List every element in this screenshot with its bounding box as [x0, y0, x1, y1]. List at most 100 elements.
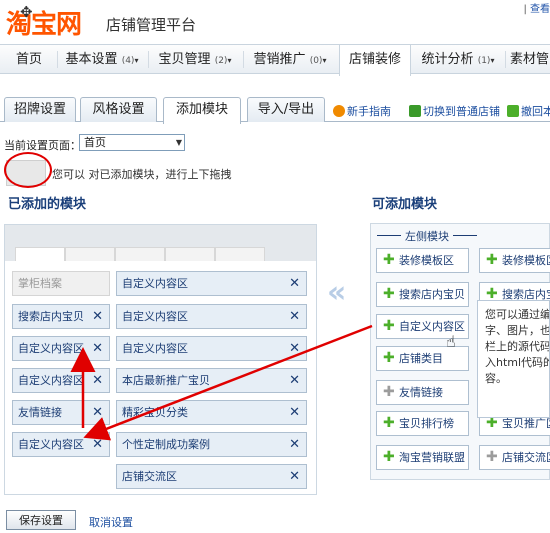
undo-link[interactable]: 撤回本: [507, 103, 550, 119]
switch-normal-shop-link[interactable]: 切换到普通店铺: [409, 103, 500, 119]
plus-icon: ✚: [383, 415, 395, 431]
available-modules-title: 可添加模块: [372, 197, 438, 212]
close-icon[interactable]: ✕: [92, 401, 103, 424]
close-icon[interactable]: ✕: [289, 337, 300, 360]
module-friend-links[interactable]: 友情链接 ✕: [12, 400, 110, 425]
nav-materials[interactable]: 素材管: [510, 45, 550, 74]
tab-style-settings[interactable]: 风格设置: [80, 97, 157, 122]
tab-signboard-settings-label: 招牌设置: [13, 102, 66, 117]
tab-import-export[interactable]: 导入/导出: [247, 97, 325, 122]
taobao-logo[interactable]: 淘宝网: [6, 4, 82, 41]
module-custom-content[interactable]: 自定义内容区 ✕: [12, 336, 110, 361]
nav-item-management-label: 宝贝管理: [158, 52, 211, 67]
page-select-label: 当前设置页面：: [4, 139, 81, 152]
module-label: 自定义内容区: [18, 438, 84, 451]
top-right-link[interactable]: 查看: [530, 4, 550, 15]
close-icon[interactable]: ✕: [92, 369, 103, 392]
available-template-area[interactable]: ✚ 装修模板区: [376, 248, 469, 273]
close-icon[interactable]: ✕: [92, 433, 103, 456]
nav-basic-settings[interactable]: 基本设置 (4)▾: [58, 45, 146, 74]
nav-item-management[interactable]: 宝贝管理 (2)▾: [150, 45, 240, 74]
nav-marketing[interactable]: 营销推广 (0)▾: [245, 45, 335, 74]
nav-shop-decoration-label: 店铺装修: [348, 52, 401, 67]
available-item-ranking[interactable]: ✚ 宝贝排行榜: [376, 411, 469, 436]
added-modules-title: 已添加的模块: [8, 197, 87, 212]
nav-home[interactable]: 首页: [4, 45, 54, 74]
close-icon[interactable]: ✕: [92, 305, 103, 328]
hand-cursor-icon: ☝: [446, 332, 456, 351]
plus-icon: ✚: [383, 318, 395, 334]
tooltip-line: 字、图片，也: [485, 324, 550, 337]
platform-title: 店铺管理平台: [106, 16, 197, 34]
available-label: 宝贝推广区: [502, 417, 550, 430]
undo-label: 撤回本: [521, 105, 550, 118]
nav-statistics[interactable]: 统计分析 (1)▾: [414, 45, 502, 74]
module-custom-content[interactable]: 自定义内容区 ✕: [116, 336, 307, 361]
close-icon[interactable]: ✕: [289, 401, 300, 424]
nav-statistics-count: (1): [477, 56, 491, 66]
cancel-link[interactable]: 取消设置: [89, 514, 133, 530]
tab-add-module[interactable]: 添加模块: [163, 97, 241, 124]
module-custom-cases[interactable]: 个性定制成功案例 ✕: [116, 432, 307, 457]
module-label: 自定义内容区: [122, 310, 188, 323]
module-search-items[interactable]: 搜索店内宝贝 ✕: [12, 304, 110, 329]
close-icon[interactable]: ✕: [92, 337, 103, 360]
close-icon[interactable]: ✕: [289, 433, 300, 456]
nav-home-label: 首页: [15, 52, 42, 67]
close-icon[interactable]: ✕: [289, 369, 300, 392]
undo-icon: [507, 105, 519, 117]
tab-signboard-settings[interactable]: 招牌设置: [4, 97, 76, 122]
main-nav: 首页 基本设置 (4)▾ 宝贝管理 (2)▾ 营销推广 (0)▾ 店铺装修 统计…: [0, 44, 550, 76]
sub-tab-bar: 招牌设置 风格设置 添加模块 导入/导出 新手指南 切换到普通店铺 撤回本: [0, 94, 550, 124]
tab-style-settings-label: 风格设置: [92, 102, 145, 117]
module-custom-content[interactable]: 自定义内容区 ✕: [12, 368, 110, 393]
move-cross-icon: ✥: [20, 3, 33, 21]
nav-basic-settings-label: 基本设置: [65, 52, 118, 67]
beginner-guide-link[interactable]: 新手指南: [333, 103, 391, 119]
module-custom-content[interactable]: 自定义内容区 ✕: [12, 432, 110, 457]
module-custom-content[interactable]: 自定义内容区 ✕: [116, 271, 307, 296]
tooltip-line: 容。: [485, 372, 507, 385]
module-item-categories[interactable]: 精彩宝贝分类 ✕: [116, 400, 307, 425]
module-label: 自定义内容区: [122, 277, 188, 290]
layout-tab: [15, 247, 65, 261]
available-template-area[interactable]: ✚ 装修模板区: [479, 248, 550, 273]
dropdown-arrow-icon: ▼: [175, 138, 182, 147]
module-label: 自定义内容区: [18, 374, 84, 387]
tooltip-line: 栏上的源代码: [485, 340, 550, 353]
tab-import-export-label: 导入/导出: [257, 102, 315, 117]
chevron-down-icon: ▾: [227, 56, 232, 65]
layout-tab: [115, 247, 165, 261]
page-select[interactable]: 首页 ▼: [79, 134, 185, 151]
double-left-arrow-icon: «: [327, 275, 347, 310]
nav-shop-decoration[interactable]: 店铺装修: [339, 45, 411, 76]
top-right-links: | 查看: [523, 0, 550, 15]
module-label: 自定义内容区: [18, 342, 84, 355]
module-label: 个性定制成功案例: [122, 438, 210, 451]
module-shopkeeper-profile: 掌柜档案: [12, 271, 110, 296]
close-icon[interactable]: ✕: [289, 465, 300, 488]
available-label: 装修模板区: [399, 254, 454, 267]
plus-icon: ✚: [383, 449, 395, 465]
module-custom-content[interactable]: 自定义内容区 ✕: [116, 304, 307, 329]
plus-icon: ✚: [383, 384, 395, 400]
close-icon[interactable]: ✕: [289, 305, 300, 328]
available-friend-links: ✚ 友情链接: [376, 380, 469, 405]
available-label: 装修模板区: [502, 254, 550, 267]
available-label: 搜索店内宝贝: [399, 288, 465, 301]
tooltip-line: 入html代码的: [485, 356, 550, 369]
annotation-circle: [4, 152, 52, 188]
available-label: 宝贝排行榜: [399, 417, 454, 430]
layout-tab: [65, 247, 115, 261]
nav-basic-settings-count: (4): [121, 56, 135, 66]
nav-item-management-count: (2): [214, 56, 228, 66]
plus-icon: ✚: [486, 449, 498, 465]
chevron-down-icon: ▾: [134, 56, 139, 65]
module-latest-promoted-items[interactable]: 本店最新推广宝贝 ✕: [116, 368, 307, 393]
available-search-items[interactable]: ✚ 搜索店内宝贝: [376, 282, 469, 307]
module-shop-forum[interactable]: 店铺交流区 ✕: [116, 464, 307, 489]
left-modules-header: 左侧模块: [377, 228, 477, 244]
close-icon[interactable]: ✕: [289, 272, 300, 295]
save-button[interactable]: 保存设置: [6, 510, 76, 530]
available-taobao-union[interactable]: ✚ 淘宝营销联盟: [376, 445, 469, 470]
